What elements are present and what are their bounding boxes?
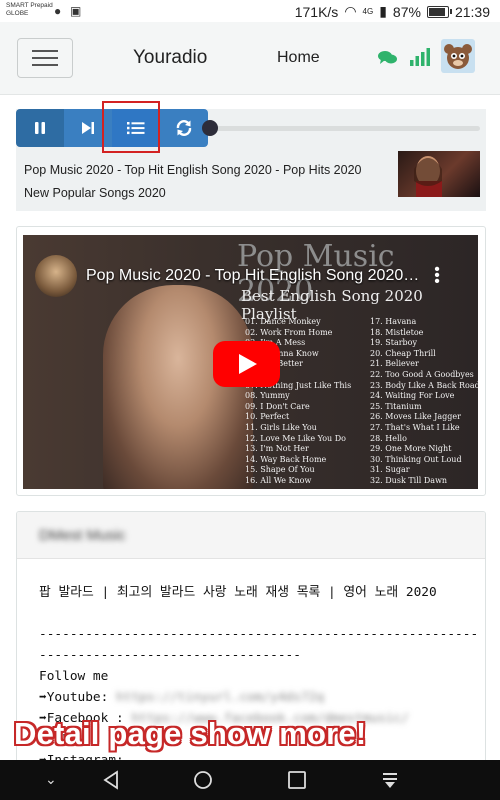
menu-icon-bar <box>32 57 58 59</box>
video-embed[interactable]: Pop Music 2020 Best English Song 2020 Pl… <box>23 235 478 489</box>
wifi-icon: ◠ <box>344 3 357 19</box>
status-right: 171K/s ◠ 4G ▮ 87% 21:39 <box>295 3 490 20</box>
home-icon[interactable] <box>193 770 213 790</box>
track-item: 17. Havana <box>370 317 417 326</box>
recents-icon[interactable] <box>287 770 307 790</box>
track-item: 18. Mistletoe <box>370 327 424 337</box>
cover-portrait <box>103 285 253 489</box>
pause-icon <box>35 122 45 134</box>
track-item: 22. Too Good A Goodbyes <box>370 369 474 379</box>
track-item: 27. That's What I Like <box>370 422 460 432</box>
battery-percent: 87% <box>392 3 421 20</box>
repeat-icon <box>176 120 192 136</box>
next-icon <box>82 122 94 134</box>
youtube-line: ➡Youtube: https://tinyurl.com/y4ds72q <box>39 687 478 708</box>
track-item: 31. Sugar <box>370 465 410 475</box>
youtube-label: ➡Youtube: <box>39 690 117 705</box>
now-playing-title[interactable]: Pop Music 2020 - Top Hit English Song 20… <box>24 159 384 205</box>
track-item: 15. Shape Of You <box>245 465 315 475</box>
description-korean: 팝 발라드 | 최고의 발라드 사랑 노래 재생 목록 | 영어 노래 2020 <box>39 585 437 600</box>
channel-name: DMest Music <box>39 527 126 544</box>
battery-icon <box>426 5 452 18</box>
android-nav-bar: ⌄ <box>0 760 500 800</box>
track-item: 26. Moves Like Jagger <box>370 412 461 422</box>
status-bar: SMART Prepaid GLOBE ● ▣ 171K/s ◠ 4G ▮ 87… <box>0 0 500 22</box>
track-item: 12. Love Me Like You Do <box>245 433 346 443</box>
home-link[interactable]: Home <box>277 49 320 67</box>
track-item: 32. Dusk Till Dawn <box>370 475 448 485</box>
divider-line: ----------------------------------------… <box>39 627 479 642</box>
track-item: 21. Believer <box>370 359 419 369</box>
chevron-down-icon[interactable]: ⌄ <box>45 771 57 788</box>
seek-bar[interactable] <box>212 126 480 131</box>
repeat-button[interactable] <box>160 109 208 147</box>
track-item: 01. Dance Monkey <box>245 317 321 326</box>
audio-player: Pop Music 2020 - Top Hit English Song 20… <box>16 101 486 211</box>
video-title[interactable]: Pop Music 2020 - Top Hit English Song 20… <box>86 267 422 285</box>
track-item: 20. Cheap Thrill <box>370 348 436 358</box>
image-icon: ▣ <box>70 4 82 18</box>
notification-pull-icon[interactable] <box>380 770 400 790</box>
follow-label: Follow me <box>39 669 109 684</box>
track-item: 28. Hello <box>370 433 407 443</box>
track-item: 09. I Don't Care <box>245 401 310 411</box>
video-card: Pop Music 2020 Best English Song 2020 Pl… <box>16 226 486 496</box>
track-item: 02. Work From Home <box>245 327 333 337</box>
network-type: 4G <box>362 7 374 16</box>
cell-signal-icon: ▮ <box>379 3 387 19</box>
back-icon[interactable] <box>101 770 121 790</box>
channel-avatar[interactable] <box>35 255 77 297</box>
menu-button[interactable] <box>17 38 73 78</box>
more-options-icon[interactable]: • • • <box>434 262 440 290</box>
tracklist-right: 17. Havana 18. Mistletoe 19. Starboy 20.… <box>370 317 478 487</box>
detail-header: DMest Music <box>17 512 485 559</box>
track-item: 16. All We Know <box>245 475 312 485</box>
carrier-label: SMART Prepaid GLOBE <box>6 2 53 17</box>
menu-icon-bar <box>32 64 58 66</box>
chat-icon[interactable] <box>378 50 398 66</box>
track-item: 19. Starboy <box>370 338 418 348</box>
track-item: 30. Thinking Out Loud <box>370 454 462 464</box>
seek-handle[interactable] <box>202 120 218 136</box>
divider-line: ---------------------------------- <box>39 648 301 663</box>
highlight-box <box>102 101 160 153</box>
track-item: 08. Yummy <box>245 391 290 401</box>
track-item: 11. Girls Like You <box>245 422 317 432</box>
brand-title[interactable]: Youradio <box>133 47 207 69</box>
track-item: 29. One More Night <box>370 444 452 454</box>
net-speed: 171K/s <box>294 3 339 20</box>
track-item: 24. Waiting For Love <box>370 391 455 401</box>
clock: 21:39 <box>454 3 490 20</box>
track-item: 25. Titanium <box>370 401 422 411</box>
signal-icon[interactable] <box>410 48 430 66</box>
top-navbar: Youradio Home <box>0 22 500 95</box>
location-icon: ● <box>54 4 62 18</box>
menu-icon <box>32 50 58 52</box>
pause-button[interactable] <box>16 109 64 147</box>
youtube-play-button[interactable] <box>213 341 280 387</box>
youtube-link[interactable]: https://tinyurl.com/y4ds72q <box>116 690 324 705</box>
track-item: 23. Body Like A Back Road <box>370 380 478 390</box>
track-thumbnail[interactable] <box>398 151 480 197</box>
track-item: 14. Way Back Home <box>245 454 327 464</box>
track-item: 13. I'm Not Her <box>245 444 309 454</box>
promo-caption: Detail page show more! <box>14 716 367 751</box>
track-item: 10. Perfect <box>245 412 290 422</box>
avatar[interactable] <box>441 39 475 73</box>
